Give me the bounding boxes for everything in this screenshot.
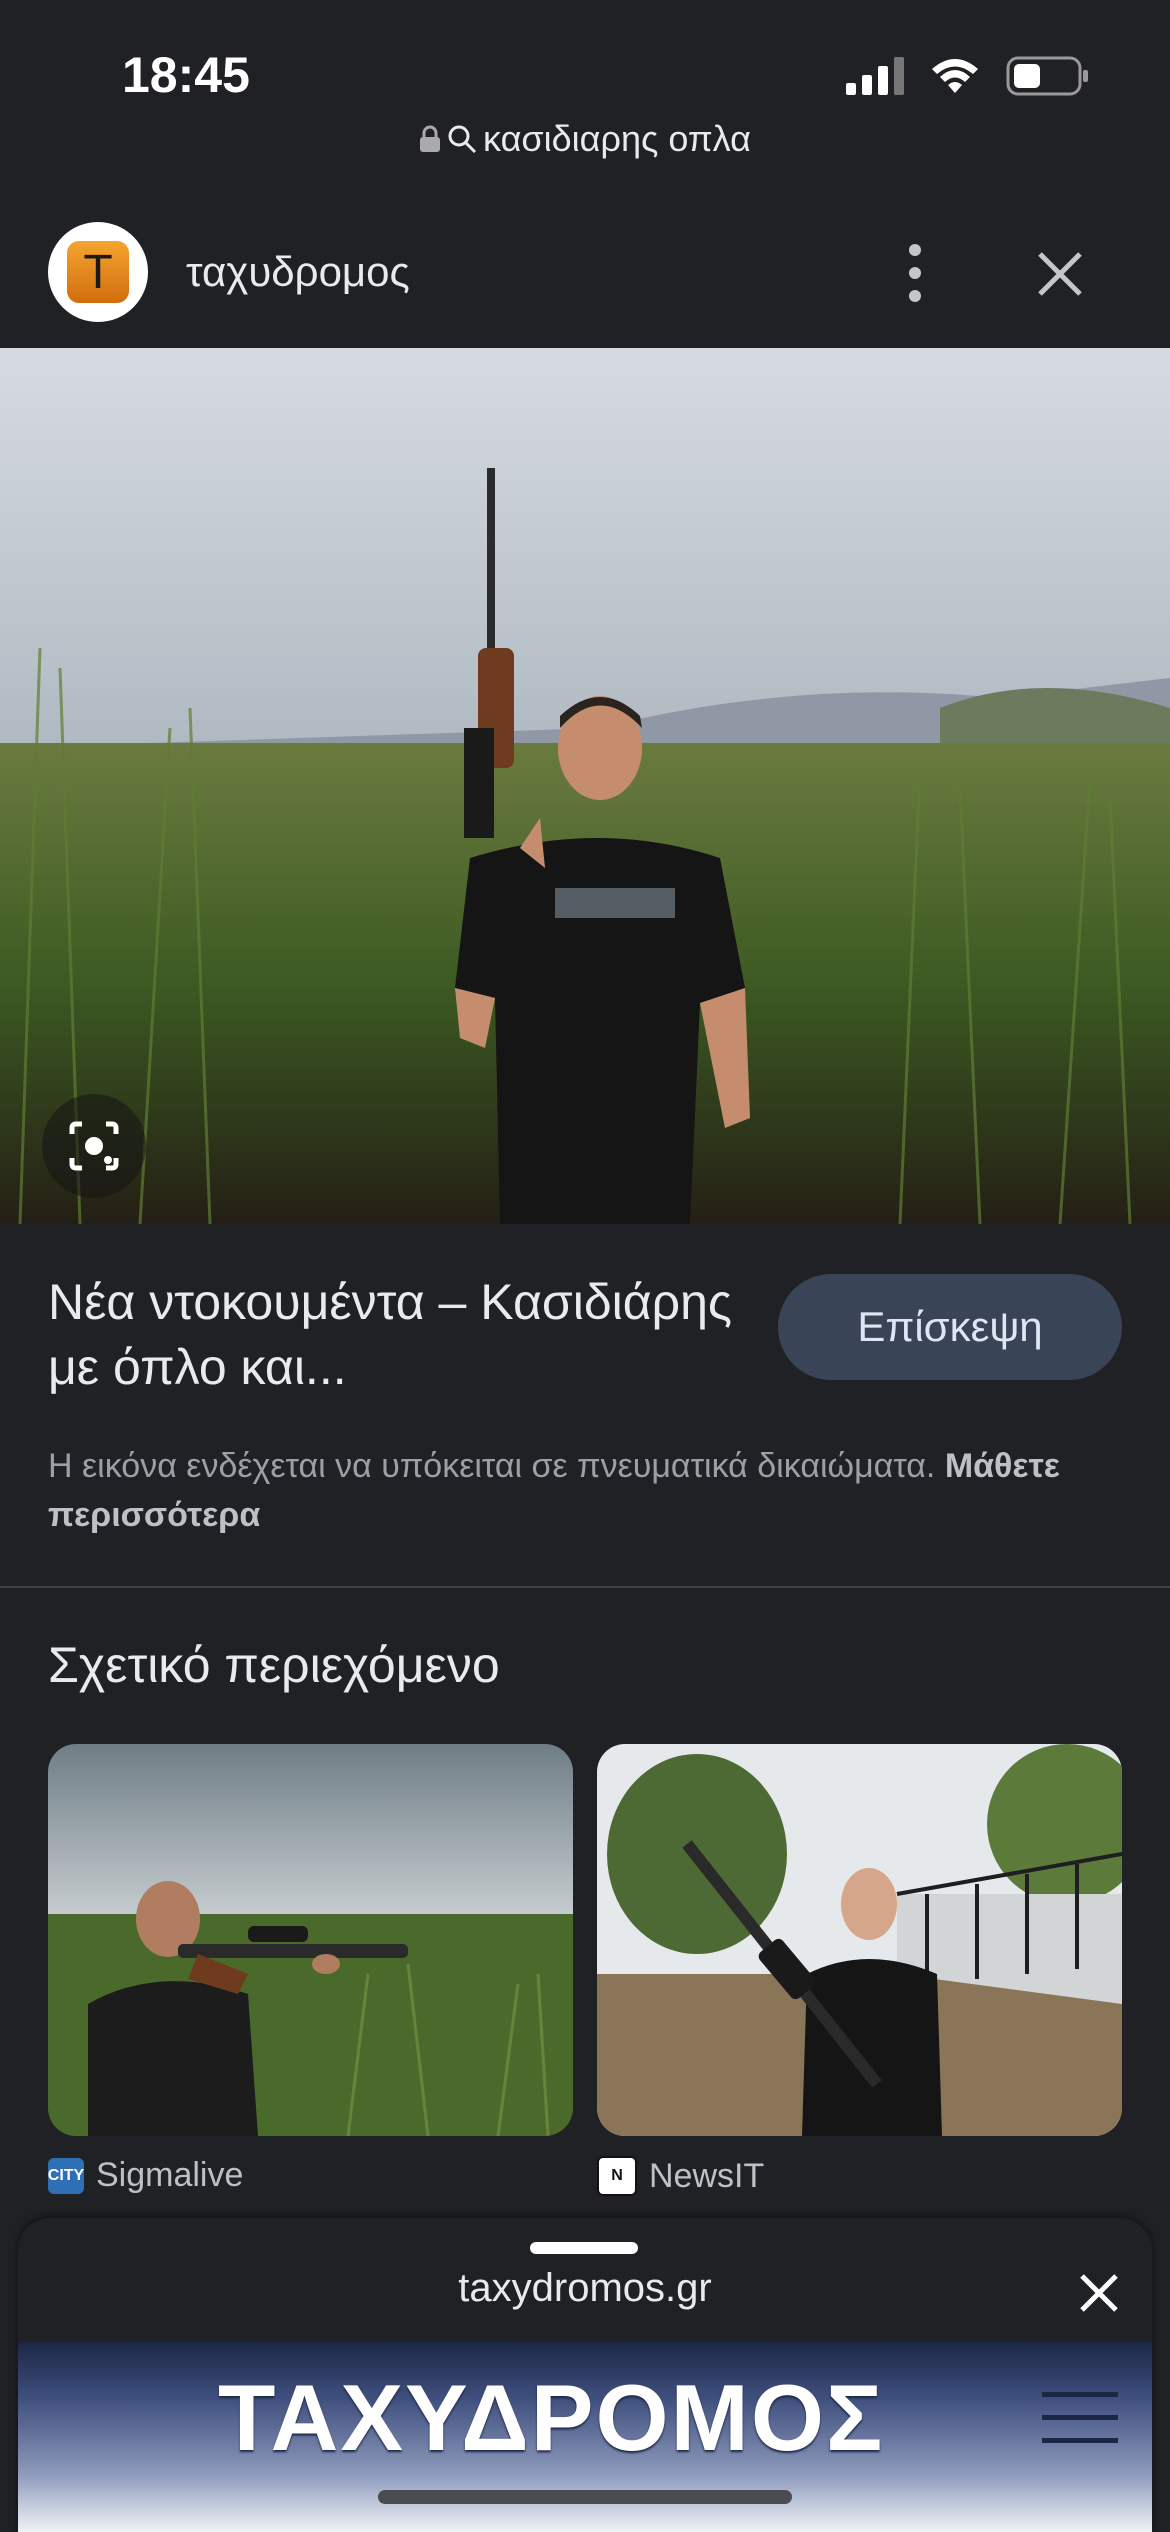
menu-icon[interactable] <box>1042 2390 1118 2446</box>
url-bar[interactable]: κασιδιαρης οπλα <box>0 118 1170 160</box>
status-icons <box>846 56 1090 96</box>
more-vert-icon[interactable] <box>890 238 940 308</box>
status-time: 18:45 <box>122 47 250 103</box>
divider <box>0 1586 1170 1588</box>
photo-man-aiming-rifle <box>48 1744 573 2136</box>
site-logo: T <box>67 241 129 303</box>
search-icon <box>448 125 477 154</box>
related-source-2[interactable]: N NewsIT <box>597 2156 764 2196</box>
visit-button[interactable]: Επίσκεψη <box>778 1274 1122 1380</box>
close-icon[interactable] <box>1030 244 1090 304</box>
battery-icon <box>1006 56 1088 96</box>
related-card-1[interactable] <box>48 1744 573 2136</box>
site-name[interactable]: ταχυδρομος <box>186 248 410 296</box>
sigmalive-icon: CITY <box>48 2157 84 2194</box>
related-source-1[interactable]: CITY Sigmalive <box>48 2156 244 2195</box>
newsit-icon: N <box>597 2156 637 2196</box>
copyright-notice: Η εικόνα ενδέχεται να υπόκειται σε πνευμ… <box>48 1442 1108 1541</box>
sheet-grabber[interactable] <box>530 2242 638 2254</box>
lens-icon <box>69 1121 119 1171</box>
result-image[interactable] <box>0 348 1170 1224</box>
copyright-text: Η εικόνα ενδέχεται να υπόκειται σε πνευμ… <box>48 1447 936 1485</box>
url-text: κασιδιαρης οπλα <box>483 118 751 159</box>
signal-icon <box>846 57 904 95</box>
lock-icon <box>420 125 441 152</box>
site-avatar[interactable]: T <box>48 222 148 322</box>
home-indicator[interactable] <box>378 2490 792 2504</box>
related-card-2[interactable] <box>597 1744 1122 2136</box>
close-icon[interactable] <box>1074 2268 1124 2318</box>
wifi-icon <box>932 59 978 93</box>
status-bar: 18:45 κασιδιαρης οπλα <box>0 0 1170 159</box>
sheet-url: taxydromos.gr <box>458 2266 712 2310</box>
related-source-name: Sigmalive <box>96 2156 244 2194</box>
banner-title: ΤΑΧΥΔΡΟΜΟΣ <box>218 2365 885 2470</box>
site-header: T ταχυδρομος <box>0 200 1170 348</box>
preview-sheet[interactable]: taxydromos.gr ΤΑΧΥΔΡΟΜΟΣ <box>18 2218 1152 2532</box>
result-title[interactable]: Νέα ντοκουμέντα – Κασιδιάρης με όπλο και… <box>48 1270 748 1400</box>
related-title: Σχετικό περιεχόμενο <box>48 1637 500 1693</box>
lens-button[interactable] <box>42 1094 146 1198</box>
related-source-name: NewsIT <box>649 2156 765 2195</box>
photo-man-holding-rifle-yard <box>597 1744 1122 2136</box>
photo-man-with-rifle-in-field <box>0 348 1170 1224</box>
